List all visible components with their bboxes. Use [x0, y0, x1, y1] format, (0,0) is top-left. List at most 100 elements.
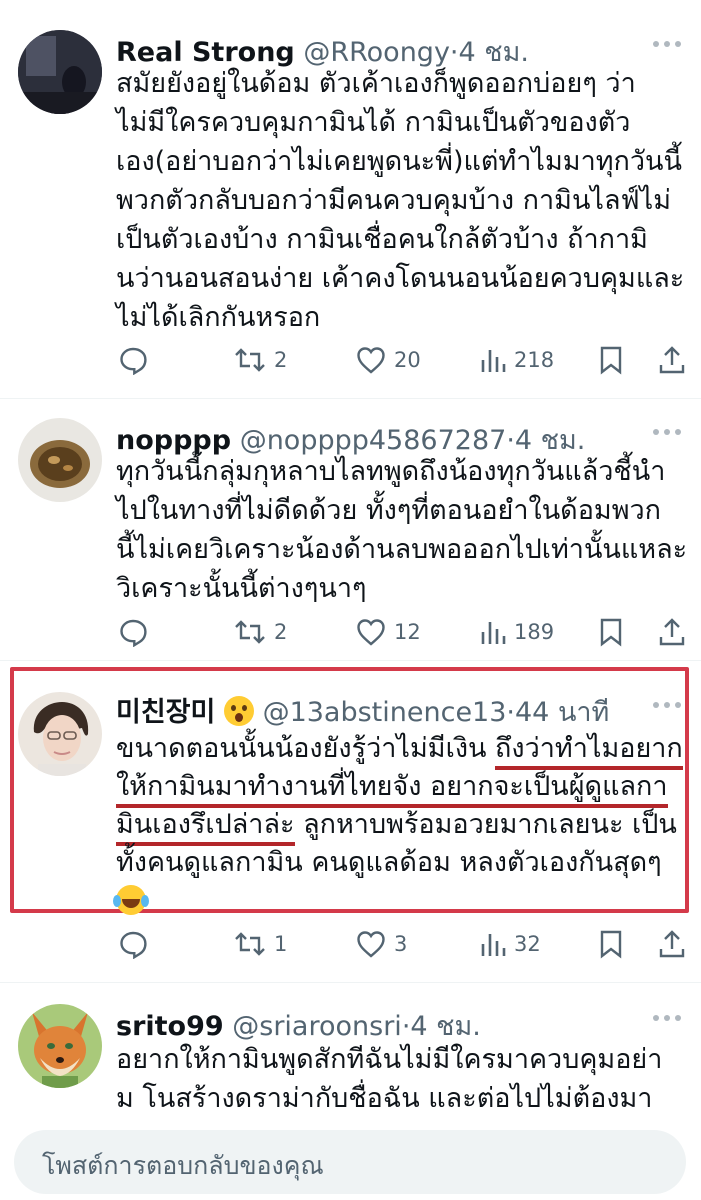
reply-button[interactable]	[118, 340, 148, 380]
text-line: ไม่ได้เลิกกันหรอก	[116, 302, 321, 333]
views-button[interactable]: 189	[480, 612, 554, 652]
retweet-button[interactable]: 2	[234, 340, 287, 380]
views-count: 218	[514, 348, 555, 372]
more-options-icon[interactable]	[653, 1015, 681, 1023]
retweet-icon	[235, 932, 265, 956]
like-button[interactable]: 12	[356, 612, 421, 652]
text-line: ขนาดตอนนั้นน้องยังรู้ว่าไม่มีเงิน ถึงว่า…	[116, 730, 688, 770]
avatar[interactable]	[18, 418, 102, 502]
bookmark-button[interactable]	[598, 612, 624, 652]
action-bar: 1 3 32	[116, 924, 691, 964]
text-line: ทั้งคนดูแลกามิน คนดูแลด้อม หลงตัวเองกันส…	[116, 847, 662, 878]
tweet-text: อยากให้กามินพูดสักทีฉันไม่มีใครมาควบคุมอ…	[116, 1040, 688, 1118]
share-icon	[659, 930, 685, 958]
avatar[interactable]	[18, 30, 102, 114]
heart-icon	[357, 347, 385, 374]
like-count: 3	[394, 932, 408, 956]
text-line: เอง(อย่าบอกว่าไม่เคยพูดนะพี่)แต่ทำไมมาทุ…	[116, 146, 682, 177]
tweet-text: ทุกวันนี้กลุ่มกุหลาบไลทพูดถึงน้องทุกวันแ…	[116, 452, 688, 608]
more-options-icon[interactable]	[653, 41, 681, 49]
text-line: สมัยยังอยู่ในด้อม ตัวเค้าเองก็พูดออกบ่อย…	[116, 68, 636, 99]
reply-placeholder: โพสต์การตอบกลับของคุณ	[42, 1151, 324, 1180]
retweet-count: 2	[274, 348, 288, 372]
text-line: ไม่มีใครควบคุมกามินได้ กามินเป็นตัวของตั…	[116, 107, 631, 138]
retweet-button[interactable]: 2	[234, 612, 287, 652]
avatar[interactable]	[18, 1004, 102, 1088]
underlined-text: ถึงว่าทำไมอยาก	[495, 733, 683, 770]
bookmark-icon	[600, 618, 622, 647]
text-line: ไปในทางที่ไม่ดีดด้วย ทั้งๆที่ตอนอยำในด้อ…	[116, 495, 662, 526]
more-options-icon[interactable]	[653, 429, 681, 437]
text-line: เป็นตัวเองบ้าง กามินเชื่อคนใกล้ตัวบ้าง ถ…	[116, 224, 648, 255]
avatar-photo	[18, 1004, 102, 1088]
avatar-photo	[18, 692, 102, 776]
views-button[interactable]: 32	[480, 924, 541, 964]
like-button[interactable]: 20	[356, 340, 421, 380]
heart-icon	[357, 931, 385, 958]
action-bar: 2 12 189	[116, 612, 691, 652]
text-line: นี้ไม่เคยวิเคราะน้องด้านลบพอออกไปเท่านั้…	[116, 534, 688, 565]
timestamp[interactable]: 44 นาที	[515, 697, 609, 728]
text-segment: ลูกหาบพร้อมอวยมากเลยนะ เป็น	[294, 809, 677, 840]
laughing-tears-icon	[113, 885, 146, 915]
bookmark-button[interactable]	[598, 340, 624, 380]
divider	[0, 660, 701, 661]
reply-icon	[120, 619, 147, 647]
retweet-icon	[235, 348, 265, 372]
views-count: 32	[514, 932, 541, 956]
retweet-count: 1	[274, 932, 288, 956]
retweet-icon	[235, 620, 265, 644]
text-line: วิเคราะนั้นนี้ต่างๆนาๆ	[116, 573, 367, 604]
separator-dot: ·	[506, 697, 515, 728]
divider	[0, 982, 701, 983]
underlined-text: ให้กามินมาทำงานที่ไทยจัง อยากจะเป็นผู้ดู…	[116, 771, 668, 808]
text-line: นว่านอนสอนง่าย เค้าคงโดนนอนน้อยควบคุมและ	[116, 263, 685, 294]
display-name[interactable]: srito99	[116, 1011, 224, 1042]
text-line: อยากให้กามินพูดสักทีฉันไม่มีใครมาควบคุมอ…	[116, 1044, 663, 1075]
share-icon	[659, 618, 685, 646]
text-line: ทุกวันนี้กลุ่มกุหลาบไลทพูดถึงน้องทุกวันแ…	[116, 456, 666, 487]
views-count: 189	[514, 620, 555, 644]
avatar-photo	[18, 30, 102, 114]
timestamp[interactable]: 4 ชม.	[410, 1011, 480, 1042]
bookmark-icon	[600, 930, 622, 959]
views-icon	[481, 350, 506, 372]
tweet-text: สมัยยังอยู่ในด้อม ตัวเค้าเองก็พูดออกบ่อย…	[116, 64, 688, 337]
bookmark-button[interactable]	[598, 924, 624, 964]
divider	[0, 398, 701, 399]
reply-button[interactable]	[118, 612, 148, 652]
user-handle[interactable]: @sriaroonsri	[232, 1011, 402, 1042]
share-button[interactable]	[658, 340, 686, 380]
share-icon	[659, 346, 685, 374]
text-line	[113, 882, 688, 920]
like-count: 12	[394, 620, 421, 644]
views-icon	[481, 934, 506, 956]
text-line: พวกตัวกลับบอกว่ามีคนควบคุมบ้าง กามินไลฟ์…	[116, 185, 672, 216]
views-button[interactable]: 218	[480, 340, 554, 380]
views-icon	[481, 622, 506, 644]
retweet-button[interactable]: 1	[234, 924, 287, 964]
like-count: 20	[394, 348, 421, 372]
avatar[interactable]	[18, 692, 102, 776]
avatar-photo	[18, 418, 102, 502]
reply-icon	[120, 347, 147, 375]
tweet-text: ขนาดตอนนั้นน้องยังรู้ว่าไม่มีเงิน ถึงว่า…	[113, 730, 688, 920]
heart-icon	[357, 619, 385, 646]
user-handle[interactable]: @13abstinence13	[263, 697, 507, 728]
display-name[interactable]: 미친장미	[116, 697, 215, 728]
text-line: ให้กามินมาทำงานที่ไทยจัง อยากจะเป็นผู้ดู…	[116, 768, 688, 808]
action-bar: 2 20 218	[116, 340, 691, 380]
share-button[interactable]	[658, 612, 686, 652]
bookmark-icon	[600, 346, 622, 375]
tweet-header: 미친장미 @13abstinence13·44 นาที	[116, 690, 609, 733]
retweet-count: 2	[274, 620, 288, 644]
share-button[interactable]	[658, 924, 686, 964]
text-line: มินเองรึเปล่าล่ะ ลูกหาบพร้อมอวยมากเลยนะ …	[116, 806, 688, 846]
reply-button[interactable]	[118, 924, 148, 964]
astonished-face-icon	[223, 696, 254, 726]
like-button[interactable]: 3	[356, 924, 407, 964]
text-segment: ขนาดตอนนั้นน้องยังรู้ว่าไม่มีเงิน	[116, 733, 496, 764]
reply-input[interactable]: โพสต์การตอบกลับของคุณ	[14, 1130, 686, 1194]
more-options-icon[interactable]	[653, 702, 681, 710]
underlined-text: มินเองรึเปล่าล่ะ	[116, 809, 295, 846]
